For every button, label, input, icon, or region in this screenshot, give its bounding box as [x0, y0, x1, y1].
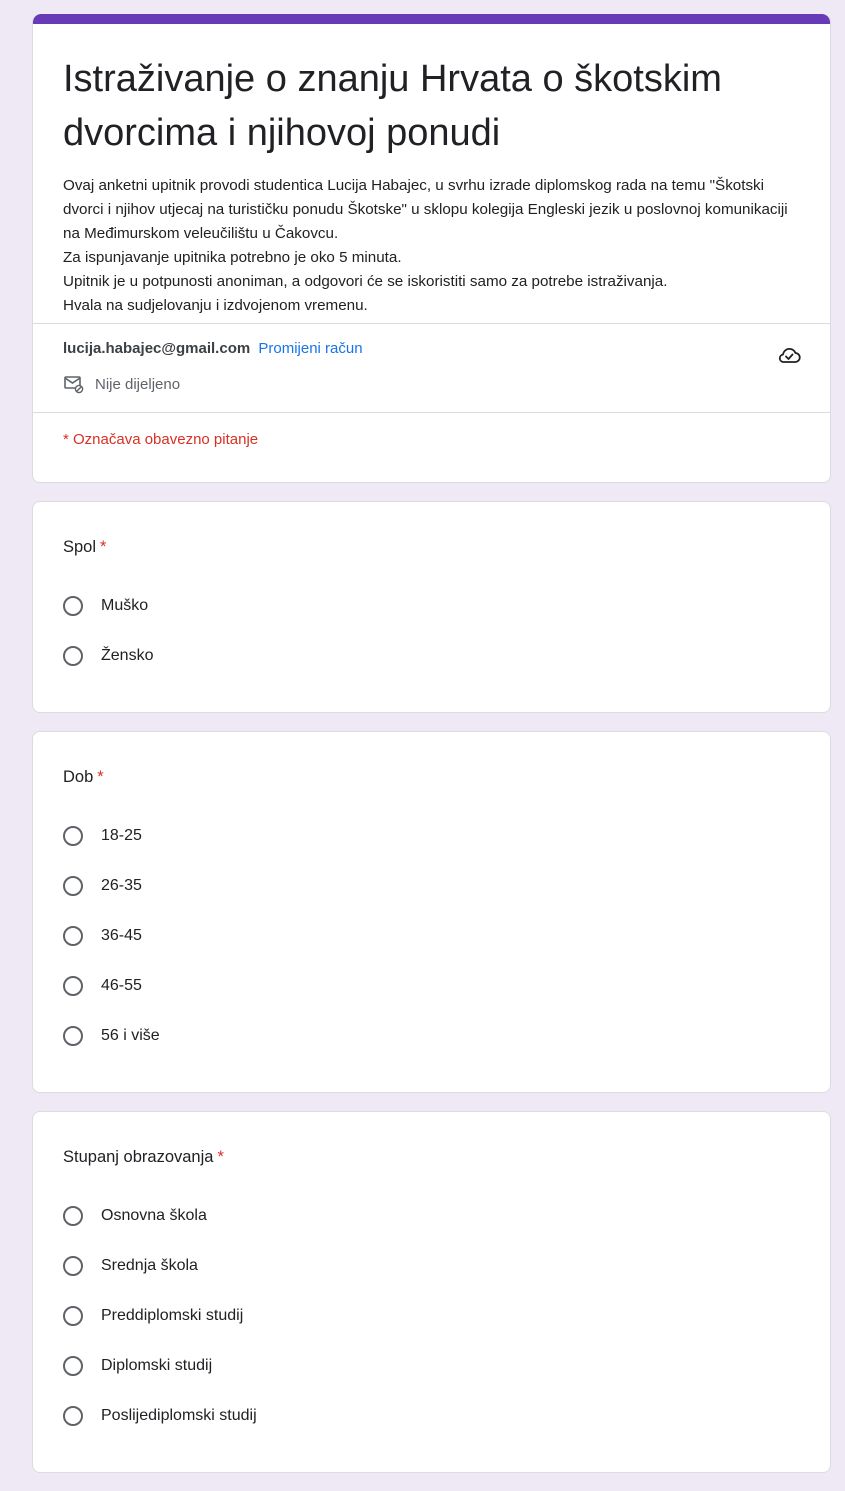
- account-email: lucija.habajec@gmail.com: [63, 340, 251, 357]
- switch-account-link[interactable]: Promijeni račun: [258, 340, 362, 357]
- account-section: lucija.habajec@gmail.com Promijeni račun…: [33, 324, 830, 412]
- radio-button[interactable]: [63, 1306, 83, 1326]
- option-label: 26-35: [101, 877, 142, 894]
- question-card-dob: Dob * 18-25 26-35 36-45 46-55 56 i više: [32, 731, 831, 1093]
- radio-button[interactable]: [63, 596, 83, 616]
- radio-option-poslijediplomski-studij[interactable]: Poslijediplomski studij: [63, 1391, 800, 1441]
- radio-button[interactable]: [63, 1026, 83, 1046]
- radio-option-56-i-vise[interactable]: 56 i više: [63, 1011, 800, 1061]
- radio-button[interactable]: [63, 1206, 83, 1226]
- radio-button[interactable]: [63, 1406, 83, 1426]
- mail-not-shared-icon: [63, 374, 85, 394]
- radio-option-diplomski-studij[interactable]: Diplomski studij: [63, 1341, 800, 1391]
- option-label: Muško: [101, 597, 149, 614]
- option-label: Poslijediplomski studij: [101, 1407, 257, 1424]
- form-container: Istraživanje o znanju Hrvata o škotskim …: [32, 14, 831, 1491]
- radio-button[interactable]: [63, 976, 83, 996]
- required-asterisk: *: [217, 1148, 224, 1166]
- shared-status: Nije dijeljeno: [63, 374, 180, 394]
- radio-option-36-45[interactable]: 36-45: [63, 911, 800, 961]
- option-label: Osnovna škola: [101, 1207, 207, 1224]
- option-label: Žensko: [101, 647, 154, 664]
- required-asterisk: *: [97, 768, 104, 786]
- option-label: 46-55: [101, 977, 142, 994]
- question-card-spol: Spol * Muško Žensko: [32, 501, 831, 713]
- form-title: Istraživanje o znanju Hrvata o škotskim …: [63, 58, 722, 154]
- question-card-obrazovanje: Stupanj obrazovanja * Osnovna škola Sredn…: [32, 1111, 831, 1473]
- option-label: Diplomski studij: [101, 1357, 213, 1374]
- radio-option-osnovna-skola[interactable]: Osnovna škola: [63, 1191, 800, 1241]
- required-asterisk: *: [100, 538, 107, 556]
- question-title: Spol *: [63, 538, 800, 557]
- option-label: 36-45: [101, 927, 142, 944]
- radio-button[interactable]: [63, 926, 83, 946]
- question-title: Dob *: [63, 768, 800, 787]
- account-line: lucija.habajec@gmail.com Promijeni račun: [63, 340, 363, 357]
- option-label: Srednja škola: [101, 1257, 198, 1274]
- form-description: Ovaj anketni upitnik provodi studentica …: [33, 160, 830, 323]
- radio-option-46-55[interactable]: 46-55: [63, 961, 800, 1011]
- radio-button[interactable]: [63, 1356, 83, 1376]
- question-label: Spol: [63, 538, 97, 556]
- radio-option-musko[interactable]: Muško: [63, 581, 800, 631]
- description-paragraph: Upitnik je u potpunosti anoniman, a odgo…: [63, 273, 668, 290]
- option-label: 18-25: [101, 827, 142, 844]
- radio-option-preddiplomski-studij[interactable]: Preddiplomski studij: [63, 1291, 800, 1341]
- option-label: 56 i više: [101, 1027, 160, 1044]
- required-note: * Označava obavezno pitanje: [63, 431, 259, 448]
- accent-bar: [33, 14, 830, 24]
- radio-button[interactable]: [63, 876, 83, 896]
- option-label: Preddiplomski studij: [101, 1307, 244, 1324]
- radio-button[interactable]: [63, 646, 83, 666]
- description-paragraph: Ovaj anketni upitnik provodi studentica …: [63, 177, 788, 242]
- description-paragraph: Hvala na sudjelovanju i izdvojenom vreme…: [63, 297, 368, 314]
- question-label: Stupanj obrazovanja: [63, 1148, 214, 1166]
- question-title: Stupanj obrazovanja *: [63, 1148, 800, 1167]
- question-label: Dob: [63, 768, 94, 786]
- description-paragraph: Za ispunjavanje upitnika potrebno je oko…: [63, 249, 402, 266]
- radio-option-zensko[interactable]: Žensko: [63, 631, 800, 681]
- radio-option-srednja-skola[interactable]: Srednja škola: [63, 1241, 800, 1291]
- shared-status-label: Nije dijeljeno: [95, 375, 181, 393]
- radio-button[interactable]: [63, 1256, 83, 1276]
- form-header-card: Istraživanje o znanju Hrvata o škotskim …: [32, 14, 831, 483]
- cloud-save-icon: [776, 342, 802, 368]
- radio-option-18-25[interactable]: 18-25: [63, 811, 800, 861]
- radio-option-26-35[interactable]: 26-35: [63, 861, 800, 911]
- radio-button[interactable]: [63, 826, 83, 846]
